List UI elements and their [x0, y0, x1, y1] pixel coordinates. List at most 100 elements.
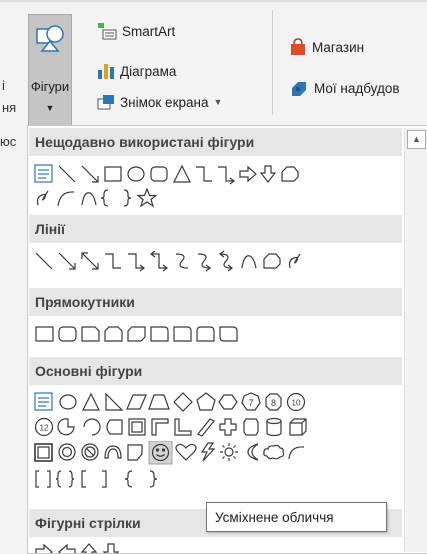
scribble-shape-icon[interactable] — [36, 190, 49, 206]
ribbon-cut-text-1: і — [2, 78, 5, 93]
right-brace-shape-icon[interactable] — [149, 470, 158, 488]
triangle-shape-icon[interactable] — [173, 164, 191, 183]
smartart-button[interactable]: SmartArt — [97, 22, 175, 40]
rectangle-shape-icon[interactable] — [104, 166, 122, 182]
diagonal-stripe-shape-icon[interactable] — [197, 418, 215, 437]
trapezoid-shape-icon[interactable] — [148, 394, 170, 410]
insert-ribbon: і ня юс Фігури ▼ SmartArt Діаграма Знімо… — [0, 0, 427, 149]
curve-shape-icon[interactable] — [81, 192, 97, 206]
curve-shape-icon[interactable] — [241, 255, 257, 269]
moon-shape-icon[interactable] — [247, 443, 259, 461]
lightning-bolt-shape-icon[interactable] — [200, 442, 216, 462]
elbow-double-arrow-connector-shape-icon[interactable] — [150, 250, 168, 272]
triangle-shape-icon[interactable] — [82, 392, 100, 411]
elbow-arrow-connector-shape-icon[interactable] — [218, 166, 235, 185]
text-box-shape-icon[interactable] — [34, 164, 53, 183]
folded-corner-shape-icon[interactable] — [127, 444, 143, 461]
shapes-icon — [36, 25, 64, 52]
right-arrow-shape-icon[interactable] — [35, 543, 53, 554]
left-brace-shape-icon[interactable] — [124, 470, 133, 488]
up-arrow-shape-icon[interactable] — [80, 543, 98, 554]
screenshot-button[interactable]: Знімок екрана ▼ — [97, 94, 222, 110]
snip-same-side-rectangle-shape-icon[interactable] — [104, 326, 123, 342]
parallelogram-shape-icon[interactable] — [126, 394, 147, 410]
snip-corner-rectangle-shape-icon[interactable] — [81, 326, 100, 342]
recent-shapes-row-1 — [34, 163, 394, 185]
pie-shape-icon[interactable] — [57, 418, 75, 436]
right-bracket-shape-icon[interactable] — [102, 470, 107, 488]
can-shape-icon[interactable] — [266, 417, 282, 437]
line-double-arrow-shape-icon[interactable] — [81, 252, 99, 270]
text-box-shape-icon[interactable] — [34, 392, 53, 411]
elbow-connector-shape-icon[interactable] — [196, 166, 212, 182]
snip-round-rectangle-shape-icon[interactable] — [150, 326, 169, 342]
frame-shape-icon[interactable] — [128, 418, 146, 436]
store-button[interactable]: Магазин — [289, 38, 364, 56]
line-shape-icon[interactable] — [58, 165, 76, 183]
pentagon-shape-icon[interactable] — [196, 392, 216, 411]
smiley-face-shape-icon[interactable] — [148, 441, 173, 465]
section-header-lines: Лінії — [29, 215, 402, 243]
curved-connector-shape-icon[interactable] — [175, 253, 189, 269]
elbow-connector-shape-icon[interactable] — [105, 253, 121, 269]
smartart-label: SmartArt — [122, 23, 176, 39]
heptagon-shape-icon[interactable]: 7 — [241, 392, 261, 411]
chart-button[interactable]: Діаграма — [97, 62, 176, 80]
chord-shape-icon[interactable] — [83, 418, 101, 436]
block-arc-shape-icon[interactable] — [104, 445, 122, 459]
line-shape-icon[interactable] — [35, 252, 53, 270]
gallery-scrollbar[interactable]: ▲ — [404, 128, 427, 552]
elbow-arrow-connector-shape-icon[interactable] — [128, 253, 145, 272]
plaque-shape-icon[interactable] — [243, 418, 259, 436]
diamond-shape-icon[interactable] — [173, 392, 193, 412]
cube-shape-icon[interactable] — [289, 418, 307, 436]
left-bracket-shape-icon[interactable] — [81, 470, 86, 488]
screenshot-dropdown-icon[interactable]: ▼ — [213, 97, 222, 107]
scroll-up-icon[interactable]: ▲ — [407, 130, 426, 149]
freeform-shape-icon[interactable] — [281, 166, 299, 182]
arc-shape-icon[interactable] — [57, 191, 75, 207]
dodecagon-shape-icon[interactable]: 12 — [34, 417, 54, 437]
round-single-corner-rectangle-shape-icon[interactable] — [173, 326, 192, 342]
freeform-shape-icon[interactable] — [263, 253, 281, 269]
oval-shape-icon[interactable] — [59, 394, 77, 410]
heart-shape-icon[interactable] — [175, 443, 197, 461]
round-same-side-rectangle-shape-icon[interactable] — [196, 326, 215, 342]
round-diagonal-rectangle-shape-icon[interactable] — [219, 326, 238, 342]
curved-arrow-connector-shape-icon[interactable] — [197, 253, 211, 272]
cross-shape-icon[interactable] — [219, 418, 237, 436]
sun-shape-icon[interactable] — [220, 443, 238, 461]
my-addins-button[interactable]: Мої надбудов — [289, 79, 400, 97]
right-brace-shape-icon[interactable] — [123, 189, 132, 207]
right-triangle-shape-icon[interactable] — [105, 392, 124, 411]
star-shape-icon[interactable] — [136, 187, 158, 208]
donut-shape-icon[interactable] — [58, 443, 76, 461]
half-frame-shape-icon[interactable] — [151, 418, 169, 436]
scribble-shape-icon[interactable] — [288, 253, 301, 269]
l-shape-icon[interactable] — [174, 418, 192, 436]
rounded-rectangle-shape-icon[interactable] — [150, 166, 168, 182]
line-arrow-shape-icon[interactable] — [58, 252, 76, 270]
rectangle-shape-icon[interactable] — [35, 326, 54, 342]
double-bracket-shape-icon[interactable] — [35, 470, 51, 488]
snip-diagonal-rectangle-shape-icon[interactable] — [127, 326, 146, 342]
oval-shape-icon[interactable] — [127, 166, 145, 182]
bevel-shape-icon[interactable] — [34, 443, 53, 462]
curved-double-arrow-connector-shape-icon[interactable] — [219, 250, 233, 272]
octagon-shape-icon[interactable]: 8 — [265, 393, 282, 411]
hexagon-shape-icon[interactable] — [218, 394, 238, 410]
arc-shape-icon[interactable] — [288, 446, 305, 460]
left-brace-shape-icon[interactable] — [100, 189, 109, 207]
rounded-rectangle-shape-icon[interactable] — [58, 326, 77, 342]
decagon-shape-icon[interactable]: 10 — [286, 392, 306, 412]
cloud-shape-icon[interactable] — [263, 444, 285, 460]
shapes-button[interactable]: Фігури ▼ — [28, 14, 72, 126]
arrow-line-shape-icon[interactable] — [81, 165, 99, 183]
right-arrow-shape-icon[interactable] — [239, 165, 257, 183]
down-arrow-shape-icon[interactable] — [259, 165, 277, 183]
double-brace-shape-icon[interactable] — [55, 470, 75, 488]
no-symbol-shape-icon[interactable] — [81, 443, 99, 461]
left-arrow-shape-icon[interactable] — [58, 543, 76, 554]
down-arrow-shape-icon[interactable] — [102, 543, 120, 554]
teardrop-shape-icon[interactable] — [106, 419, 123, 435]
